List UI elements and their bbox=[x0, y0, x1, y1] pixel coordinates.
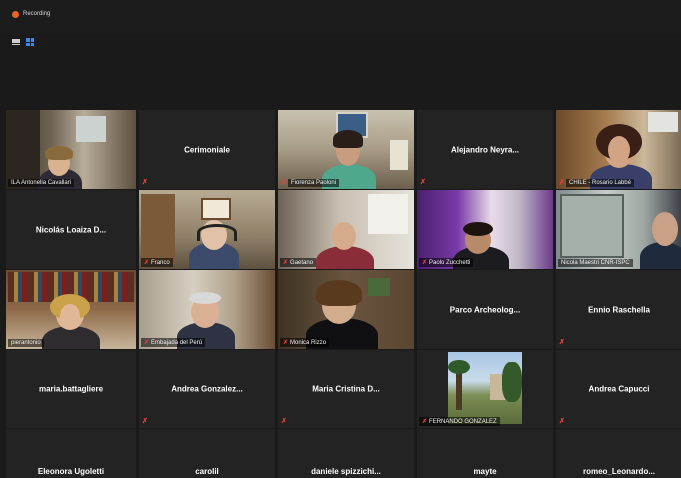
participant-photo bbox=[448, 352, 522, 424]
participant-tile[interactable]: Nicola Maestri CNR-ISPC bbox=[556, 190, 681, 269]
participant-name-label: Fiorenza Paoloni bbox=[288, 179, 340, 187]
participant-tile[interactable]: ✗ CHILE - Rosario Labbé bbox=[556, 110, 681, 189]
participant-grid: ILA Antonella Cavallari Cerimoniale ✗ ✗ … bbox=[6, 110, 681, 478]
participant-tile[interactable]: Andrea Capucci ✗ bbox=[556, 350, 681, 428]
participant-name: maria.battagliere bbox=[38, 384, 104, 394]
participant-name: Eleonora Ugoletti bbox=[37, 467, 105, 476]
speaker-view-icon[interactable] bbox=[12, 39, 20, 45]
muted-mic-icon: ✗ bbox=[281, 418, 287, 425]
participant-name-label: ✗ FERNANDO GONZALEZ bbox=[419, 417, 500, 426]
participant-name-label: ✗ Franco bbox=[141, 258, 173, 267]
participant-tile[interactable]: Nicolás Loaiza D... bbox=[6, 190, 136, 269]
participant-name: Parco Archeolog... bbox=[449, 305, 521, 314]
participant-tile[interactable]: ✗ Franco bbox=[139, 190, 275, 269]
muted-mic-icon: ✗ bbox=[559, 339, 565, 346]
record-icon bbox=[12, 10, 19, 18]
participant-tile[interactable]: ✗ Paolo Zucchetti bbox=[417, 190, 553, 269]
participant-name-label: ✗ Gaetano bbox=[280, 258, 317, 267]
participant-name-label: ILA Antonella Cavallari bbox=[8, 179, 75, 187]
participant-name-label: ✗ Monica Rizzo bbox=[280, 338, 330, 347]
participant-tile[interactable]: pierantonio bbox=[6, 270, 136, 349]
participant-tile[interactable]: Andrea Gonzalez... ✗ bbox=[139, 350, 275, 428]
view-switcher bbox=[12, 38, 34, 46]
participant-name-label: pierantonio bbox=[8, 339, 44, 347]
participant-tile[interactable]: mayte bbox=[417, 429, 553, 478]
muted-mic-icon: ✗ bbox=[142, 418, 148, 425]
participant-name: Alejandro Neyra... bbox=[450, 145, 520, 154]
participant-tile[interactable]: daniele spizzichi... bbox=[278, 429, 414, 478]
participant-name: mayte bbox=[473, 467, 497, 476]
participant-tile[interactable]: ✗ Monica Rizzo bbox=[278, 270, 414, 349]
gallery-view-icon[interactable] bbox=[26, 38, 34, 46]
participant-name: daniele spizzichi... bbox=[311, 467, 381, 476]
participant-tile[interactable]: Eleonora Ugoletti bbox=[6, 429, 136, 478]
participant-tile[interactable]: ✗ Embajada del Perú bbox=[139, 270, 275, 349]
participant-tile[interactable]: ✗ FERNANDO GONZALEZ bbox=[417, 350, 553, 428]
participant-tile[interactable]: Parco Archeolog... bbox=[417, 270, 553, 349]
participant-name: Maria Cristina D... bbox=[312, 384, 380, 394]
participant-tile[interactable]: maria.battagliere bbox=[6, 350, 136, 428]
participant-tile[interactable]: Maria Cristina D... ✗ bbox=[278, 350, 414, 428]
participant-tile[interactable]: ✗ Gaetano bbox=[278, 190, 414, 269]
participant-name: carolil bbox=[195, 467, 219, 476]
recording-indicator[interactable]: Recording bbox=[12, 8, 50, 20]
muted-mic-icon: ✗ bbox=[559, 418, 565, 425]
muted-mic-icon: ✗ bbox=[420, 179, 426, 186]
participant-name: romeo_Leonardo... bbox=[582, 467, 655, 476]
participant-name: Andrea Capucci bbox=[588, 384, 650, 394]
muted-mic-icon: ✗ bbox=[142, 179, 148, 186]
participant-tile[interactable]: Cerimoniale ✗ bbox=[139, 110, 275, 189]
muted-mic-icon: ✗ bbox=[281, 179, 287, 186]
participant-name: Nicolás Loaiza D... bbox=[35, 225, 107, 234]
participant-tile[interactable]: carolil bbox=[139, 429, 275, 478]
participant-name-label: ✗ Embajada del Perú bbox=[141, 338, 206, 347]
participant-name: Ennio Raschella bbox=[588, 305, 650, 314]
participant-name-label: CHILE - Rosario Labbé bbox=[566, 179, 635, 187]
participant-tile[interactable]: ILA Antonella Cavallari bbox=[6, 110, 136, 189]
recording-label: Recording bbox=[23, 11, 51, 17]
participant-tile[interactable]: ✗ Fiorenza Paoloni bbox=[278, 110, 414, 189]
participant-name: Andrea Gonzalez... bbox=[171, 384, 243, 394]
muted-mic-icon: ✗ bbox=[559, 179, 565, 186]
participant-tile[interactable]: romeo_Leonardo... bbox=[556, 429, 681, 478]
participant-name-label: ✗ Paolo Zucchetti bbox=[419, 258, 474, 267]
participant-tile[interactable]: Ennio Raschella ✗ bbox=[556, 270, 681, 349]
participant-tile[interactable]: Alejandro Neyra... ✗ bbox=[417, 110, 553, 189]
participant-name: Cerimoniale bbox=[184, 145, 230, 154]
participant-name-label: Nicola Maestri CNR-ISPC bbox=[558, 259, 633, 267]
meeting-top-bar: Recording bbox=[0, 0, 681, 34]
